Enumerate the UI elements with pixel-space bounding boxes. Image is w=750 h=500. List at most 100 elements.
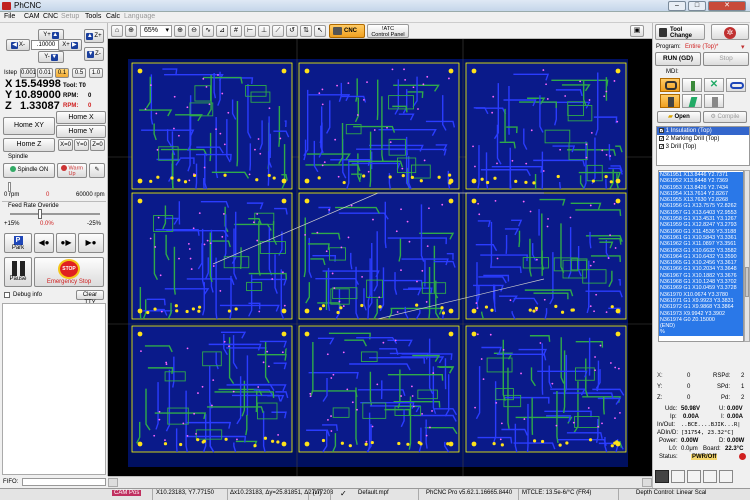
drill-mode-button[interactable] <box>682 78 702 92</box>
z-zero-button[interactable]: Z=0 <box>90 139 105 151</box>
operation-item[interactable]: ✓ 2 Marking Drill (Top) <box>657 135 749 143</box>
gcode-line[interactable]: N361969 G1 X10.0459 Y3.3728 <box>659 285 743 292</box>
home-z-button[interactable]: Home Z <box>3 138 55 152</box>
gcode-line[interactable]: N361963 G1 X10.6632 Y3.3582 <box>659 247 743 254</box>
run-button[interactable]: RUN (GD) <box>655 52 701 66</box>
pcb-canvas[interactable] <box>108 39 652 476</box>
step-0.5-button[interactable]: 0.5 <box>72 68 86 78</box>
step-0.1-button[interactable]: 0.1 <box>55 68 69 78</box>
step-1.0-button[interactable]: 1.0 <box>89 68 103 78</box>
feed-rate-slider[interactable] <box>37 209 42 219</box>
home-y-button[interactable]: Home Y <box>56 125 106 138</box>
step-0.001-button[interactable]: 0.001 <box>20 68 36 78</box>
menu-cam[interactable]: CAM <box>24 13 40 20</box>
jog-z-plus-button[interactable]: ▲ Z+ <box>84 29 104 43</box>
stop-button[interactable]: Stop <box>703 52 749 66</box>
menu-tools[interactable]: Tools <box>85 13 101 20</box>
spindle-on-button[interactable]: Spindle ON <box>3 163 55 178</box>
status-depth-control: Depth Control: Linear Scal <box>636 490 707 496</box>
leveling-icon[interactable] <box>703 470 717 483</box>
gcode-listing[interactable]: N361951 X13.8446 Y2.7371 N361952 X13.8448… <box>658 170 744 342</box>
step-value-field[interactable]: .10000 <box>31 40 61 50</box>
probe-tool-icon[interactable] <box>687 470 701 483</box>
cross-mode-button[interactable]: ✕ <box>704 78 724 92</box>
drill-icon[interactable]: ⊥ <box>258 25 270 37</box>
scroll-thumb[interactable] <box>745 267 749 297</box>
jog-z-minus-button[interactable]: ▼ Z- <box>84 47 104 61</box>
debug-info-checkbox[interactable] <box>4 292 10 298</box>
gcode-line[interactable]: N361956 G1 X13.7575 Y2.8262 <box>659 203 743 210</box>
vacuum-icon[interactable] <box>719 470 733 483</box>
zoom-in-icon[interactable]: ⊕ <box>125 25 137 37</box>
chevron-down-icon[interactable]: ▾ <box>741 43 745 51</box>
step-0.01-button[interactable]: 0.01 <box>37 68 53 78</box>
tty-console[interactable] <box>2 303 106 475</box>
checkbox-checked-icon[interactable]: ✓ <box>659 136 664 142</box>
open-button[interactable]: ▰ Open <box>657 111 701 123</box>
wave-tool-icon[interactable]: ∿ <box>202 25 214 37</box>
gcode-line[interactable]: N361966 G1 X10.2034 Y3.3648 <box>659 266 743 273</box>
checkbox-checked-icon[interactable]: ✓ <box>659 144 664 150</box>
camera-icon[interactable] <box>671 470 685 483</box>
control-panel-button[interactable]: !ATC Control Panel <box>367 24 409 38</box>
insulation-mode-button[interactable] <box>660 78 680 92</box>
operation-item[interactable]: ✓ 1 Insulation (Top) <box>657 127 749 135</box>
cnc-view-button[interactable]: CNC <box>329 24 365 38</box>
clear-tty-button[interactable]: Clear TTY <box>76 290 104 306</box>
zoom-select[interactable]: 65% ▾ <box>140 25 172 37</box>
menu-file[interactable]: File <box>4 13 15 20</box>
tool-change-button[interactable]: Tool Change <box>655 24 705 40</box>
gcode-scrollbar[interactable] <box>744 170 750 342</box>
scroll-left-icon[interactable] <box>108 478 118 487</box>
pause-button[interactable]: Pause <box>4 257 32 287</box>
emergency-stop-button[interactable]: STOP Emergency Stop <box>34 257 104 287</box>
probe-mode-button[interactable] <box>726 78 746 92</box>
spindle-slider[interactable] <box>8 182 11 192</box>
settings-button[interactable]: ✲ <box>711 24 749 40</box>
minimize-button[interactable]: – <box>668 1 686 11</box>
pointer-icon[interactable]: ↖ <box>314 25 326 37</box>
operation-item[interactable]: ✓ 3 Drill (Top) <box>657 143 749 151</box>
x-zero-button[interactable]: X=0 <box>58 139 73 151</box>
zoom-out-icon[interactable]: ⊖ <box>188 25 200 37</box>
move-center-button[interactable]: ●▶ <box>56 233 76 253</box>
flip-icon[interactable]: ⇅ <box>300 25 312 37</box>
gcode-line[interactable]: N361972 G1 X9.9868 Y3.3864 <box>659 304 743 311</box>
engrave-mode-button[interactable] <box>704 94 724 108</box>
home-view-icon[interactable]: ⌂ <box>111 25 123 37</box>
park-button[interactable]: P Park <box>4 233 32 253</box>
home-xy-button[interactable]: Home XY <box>3 117 55 135</box>
tool-mode-button[interactable] <box>660 94 680 108</box>
gcode-line[interactable]: N361962 G1 X11.0897 Y3.3561 <box>659 241 743 248</box>
tool-button[interactable]: ✎ <box>89 163 105 178</box>
move-left-button[interactable]: ◀● <box>34 233 54 253</box>
home-x-button[interactable]: Home X <box>56 111 106 124</box>
jog-y-minus-button[interactable]: Y- ▼ <box>38 51 64 63</box>
y-zero-button[interactable]: Y=0 <box>74 139 89 151</box>
maximize-button[interactable]: □ <box>688 1 706 11</box>
jog-x-minus-button[interactable]: ◀ X- <box>6 39 30 51</box>
compile-button[interactable]: ⚙ Compile <box>703 111 747 123</box>
zoom-fit-icon[interactable]: ⊕ <box>174 25 186 37</box>
menu-setup[interactable]: Setup <box>61 13 79 20</box>
cut-mode-button[interactable] <box>682 94 702 108</box>
close-button[interactable]: ✕ <box>708 1 746 11</box>
move-right-button[interactable]: ▶● <box>78 233 104 253</box>
menu-calc[interactable]: Calc <box>106 13 120 20</box>
warm-up-button[interactable]: Warm Up <box>57 163 87 178</box>
checkbox-checked-icon[interactable]: ✓ <box>659 128 664 134</box>
menu-cnc[interactable]: CNC <box>43 13 58 20</box>
machine-head-icon[interactable]: ▣ <box>630 25 644 37</box>
menu-language[interactable]: Language <box>124 13 155 20</box>
measure-icon[interactable]: ⊿ <box>216 25 228 37</box>
gcode-line[interactable]: % <box>659 329 743 336</box>
rotate-icon[interactable]: ↺ <box>286 25 298 37</box>
horizontal-scrollbar[interactable] <box>108 476 652 488</box>
jog-x-plus-button[interactable]: X+ ▶ <box>58 39 82 51</box>
align-icon[interactable]: ⊢ <box>244 25 256 37</box>
monitor-icon[interactable] <box>655 470 669 483</box>
scroll-right-icon[interactable] <box>642 478 652 487</box>
gcode-line[interactable]: N361959 G1 X12.8247 Y3.2793 <box>659 222 743 229</box>
slant-icon[interactable]: ⟋ <box>272 25 284 37</box>
grid-icon[interactable]: # <box>230 25 242 37</box>
